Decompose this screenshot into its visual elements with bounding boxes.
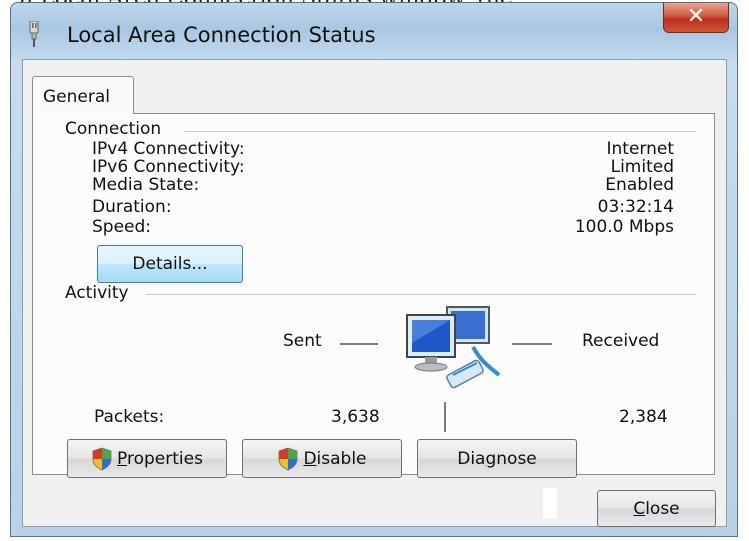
diagnose-label-pre: Dia bbox=[457, 448, 486, 469]
received-dash bbox=[512, 343, 552, 345]
window-title: Local Area Connection Status bbox=[67, 23, 376, 47]
diagnose-label-post: nose bbox=[496, 448, 537, 469]
disable-label: isable bbox=[316, 448, 367, 469]
speed-label: Speed: bbox=[92, 217, 152, 237]
white-artifact bbox=[543, 488, 557, 518]
sent-dash bbox=[340, 343, 378, 345]
media-state-value: Enabled bbox=[605, 175, 674, 195]
diagnose-mnemonic: g bbox=[485, 448, 497, 469]
connection-group-line bbox=[185, 131, 696, 132]
uac-shield-icon bbox=[92, 447, 112, 470]
properties-label: roperties bbox=[126, 448, 203, 469]
activity-group-line bbox=[146, 294, 696, 295]
properties-button[interactable]: Properties bbox=[67, 439, 227, 478]
close-label: lose bbox=[645, 498, 680, 519]
details-button[interactable]: Details... bbox=[97, 245, 243, 283]
sent-label: Sent bbox=[283, 331, 322, 351]
disable-mnemonic: D bbox=[303, 448, 317, 469]
network-computers-icon bbox=[406, 306, 501, 389]
received-label: Received bbox=[582, 331, 660, 351]
packets-sent-value: 3,638 bbox=[331, 407, 380, 427]
speed-value: 100.0 Mbps bbox=[574, 217, 674, 237]
close-button[interactable]: Close bbox=[597, 490, 716, 527]
duration-value: 03:32:14 bbox=[597, 197, 674, 217]
activity-group-label: Activity bbox=[61, 283, 133, 303]
details-button-label: Details... bbox=[132, 254, 208, 274]
duration-label: Duration: bbox=[92, 197, 172, 217]
packets-received-value: 2,384 bbox=[619, 407, 668, 427]
packets-separator bbox=[444, 402, 446, 432]
uac-shield-icon bbox=[279, 447, 298, 470]
close-mnemonic: C bbox=[633, 498, 646, 519]
tab-general[interactable]: General bbox=[32, 76, 134, 114]
packets-label: Packets: bbox=[94, 407, 165, 427]
tab-general-label: General bbox=[43, 87, 110, 107]
diagnose-button[interactable]: Diagnose bbox=[417, 439, 577, 478]
title-close-button[interactable]: ✕ bbox=[663, 3, 729, 33]
close-icon: ✕ bbox=[686, 4, 706, 29]
network-adapter-icon bbox=[29, 21, 39, 47]
properties-mnemonic: P bbox=[117, 448, 127, 469]
connection-group-label: Connection bbox=[61, 119, 166, 139]
disable-button[interactable]: Disable bbox=[242, 439, 402, 478]
media-state-label: Media State: bbox=[92, 175, 200, 195]
